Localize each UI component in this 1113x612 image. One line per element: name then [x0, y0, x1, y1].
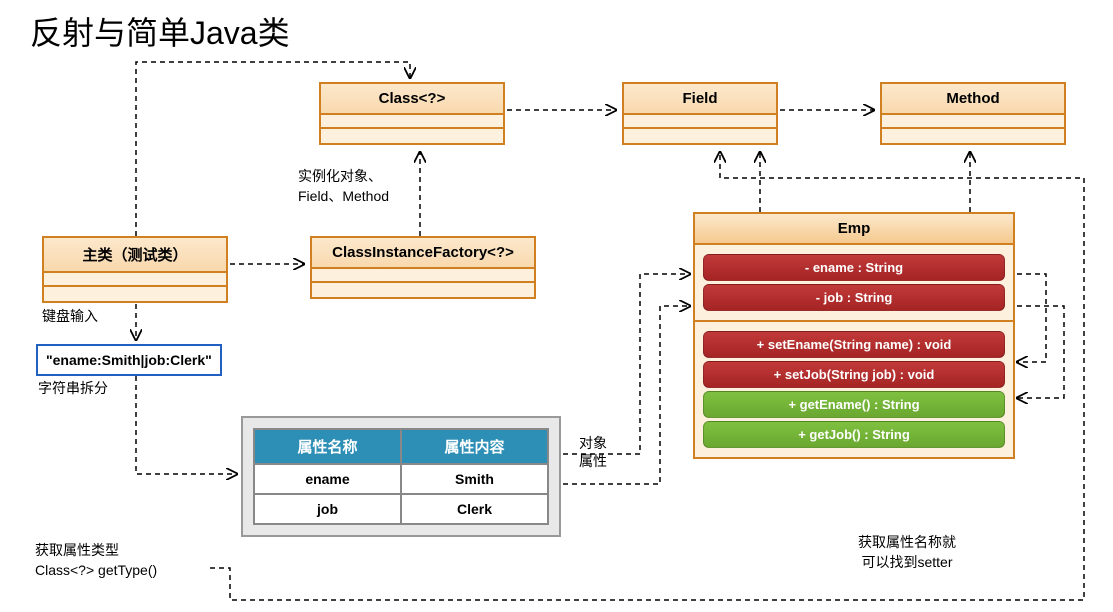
object-attr-label: 对象 属性: [579, 434, 607, 470]
factory-box: ClassInstanceFactory<?>: [310, 236, 536, 299]
field-box: Field: [622, 82, 778, 145]
attribute-table: 属性名称 属性内容 ename Smith job Clerk: [253, 428, 549, 525]
method-box-label: Method: [882, 84, 1064, 115]
class-box-label: Class<?>: [321, 84, 503, 115]
factory-box-label: ClassInstanceFactory<?>: [312, 238, 534, 269]
main-class-box: 主类（测试类）: [42, 236, 228, 303]
input-string-box: "ename:Smith|job:Clerk": [36, 344, 222, 376]
emp-field-job: - job : String: [703, 284, 1005, 311]
emp-setter-job: + setJob(String job) : void: [703, 361, 1005, 388]
find-setter-label: 获取属性名称就 可以找到setter: [858, 533, 956, 572]
method-box: Method: [880, 82, 1066, 145]
emp-setter-ename: + setEname(String name) : void: [703, 331, 1005, 358]
emp-getter-job: + getJob() : String: [703, 421, 1005, 448]
emp-box-label: Emp: [695, 214, 1013, 245]
table-row: job Clerk: [254, 494, 548, 524]
table-header-value: 属性内容: [401, 429, 548, 464]
instantiate-label: 实例化对象、 Field、Method: [298, 166, 389, 206]
main-class-label: 主类（测试类）: [44, 238, 226, 273]
emp-getter-ename: + getEname() : String: [703, 391, 1005, 418]
emp-field-ename: - ename : String: [703, 254, 1005, 281]
get-attr-type-label: 获取属性类型 Class<?> getType(): [35, 541, 157, 580]
diagram-title: 反射与简单Java类: [30, 8, 290, 54]
string-split-label: 字符串拆分: [38, 378, 108, 398]
split-table-panel: 属性名称 属性内容 ename Smith job Clerk: [241, 416, 561, 537]
table-header-name: 属性名称: [254, 429, 401, 464]
class-box: Class<?>: [319, 82, 505, 145]
emp-methods-section: + setEname(String name) : void + setJob(…: [695, 322, 1013, 457]
table-row: ename Smith: [254, 464, 548, 494]
keyboard-input-label: 键盘输入: [42, 306, 98, 326]
emp-box: Emp - ename : String - job : String + se…: [693, 212, 1015, 459]
emp-fields-section: - ename : String - job : String: [695, 245, 1013, 322]
field-box-label: Field: [624, 84, 776, 115]
